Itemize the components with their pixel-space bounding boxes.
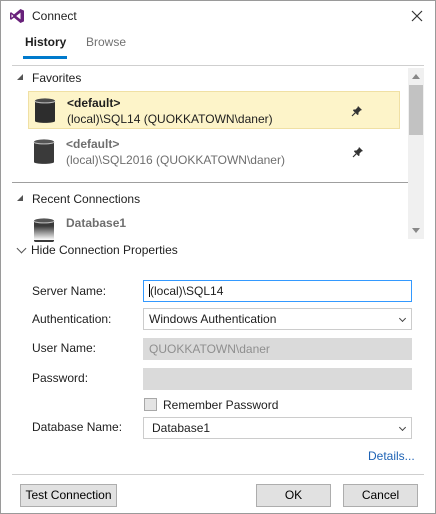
database-name-value: Database1 [152, 421, 211, 435]
list-fade [28, 226, 408, 240]
close-button[interactable] [405, 5, 429, 27]
server-name-input[interactable]: (local)\SQL14 [143, 280, 412, 302]
collapse-arrow-icon [17, 74, 23, 80]
connection-detail: (local)\SQL2016 (QUOKKATOWN\daner) [66, 153, 285, 167]
tab-browse[interactable]: Browse [86, 35, 126, 49]
authentication-select[interactable]: Windows Authentication [143, 308, 412, 330]
remember-password-label[interactable]: Remember Password [163, 398, 278, 412]
recent-connections-header[interactable]: Recent Connections [12, 189, 408, 209]
scroll-down-icon[interactable] [412, 228, 420, 233]
connection-name: <default> [66, 137, 120, 151]
history-list[interactable]: Favorites <default> (local)\SQL14 (QUOKK… [12, 65, 424, 242]
remember-password-checkbox[interactable] [144, 398, 157, 411]
title-bar: Connect [1, 1, 435, 31]
chevron-down-icon [398, 423, 407, 432]
authentication-label: Authentication: [32, 312, 112, 326]
section-divider [12, 182, 408, 183]
connection-name: <default> [67, 96, 121, 110]
database-name-select[interactable]: Database1 [143, 417, 412, 439]
footer-divider [12, 474, 424, 475]
window-title: Connect [32, 9, 77, 23]
recent-connections-label: Recent Connections [32, 192, 141, 206]
user-name-input: QUOKKATOWN\daner [143, 338, 412, 360]
favorite-item[interactable]: <default> (local)\SQL2016 (QUOKKATOWN\da… [28, 133, 400, 171]
chevron-down-icon [398, 314, 407, 323]
authentication-value: Windows Authentication [149, 312, 277, 326]
database-icon [34, 98, 56, 123]
hide-connection-properties-label: Hide Connection Properties [31, 243, 178, 257]
password-input [143, 368, 412, 390]
server-name-label: Server Name: [32, 284, 107, 298]
test-connection-button[interactable]: Test Connection [20, 484, 117, 507]
server-name-value: (local)\SQL14 [150, 284, 224, 298]
details-link[interactable]: Details... [368, 449, 415, 463]
pin-icon[interactable] [351, 105, 363, 117]
database-name-label: Database Name: [32, 420, 123, 434]
pin-icon[interactable] [352, 146, 364, 158]
connect-dialog: Connect History Browse Favorites <defaul… [0, 0, 436, 514]
user-name-value: QUOKKATOWN\daner [149, 342, 270, 356]
tab-history[interactable]: History [25, 35, 66, 49]
vertical-scrollbar[interactable] [408, 68, 424, 239]
collapse-arrow-icon [17, 195, 23, 201]
active-tab-indicator [23, 56, 67, 59]
favorite-item[interactable]: <default> (local)\SQL14 (QUOKKATOWN\dane… [28, 91, 400, 129]
close-icon [411, 10, 423, 22]
chevron-down-icon [16, 243, 27, 254]
database-icon [33, 139, 55, 164]
ok-button[interactable]: OK [256, 484, 331, 507]
favorites-label: Favorites [32, 71, 82, 85]
user-name-label: User Name: [32, 341, 97, 355]
visual-studio-icon [10, 9, 24, 23]
favorites-header[interactable]: Favorites [12, 68, 408, 88]
scroll-up-icon[interactable] [412, 74, 420, 79]
connection-detail: (local)\SQL14 (QUOKKATOWN\daner) [67, 112, 273, 126]
password-label: Password: [32, 371, 89, 385]
scroll-thumb[interactable] [409, 85, 423, 135]
cancel-button[interactable]: Cancel [343, 484, 418, 507]
